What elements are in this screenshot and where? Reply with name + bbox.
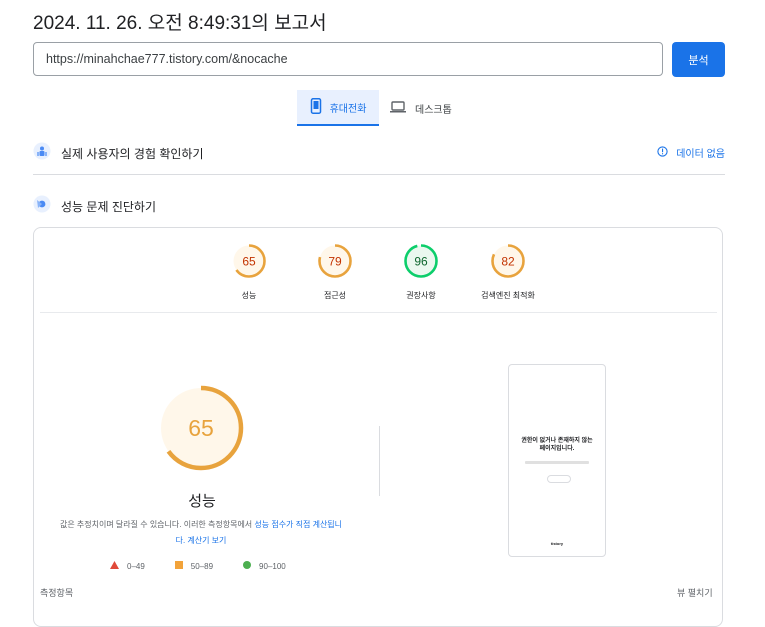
description-text: 값은 추정치이며 달라질 수 있습니다. 이러한 측정항목에서 bbox=[59, 520, 255, 529]
no-data-label: 데이터 없음 bbox=[676, 149, 725, 160]
gauge-value: 96 bbox=[414, 255, 428, 269]
smartphone-icon bbox=[310, 97, 322, 117]
performance-gauge: 65 bbox=[158, 385, 244, 471]
tab-mobile[interactable]: 휴대전화 bbox=[297, 90, 379, 126]
gauge-label: 접근성 bbox=[323, 291, 347, 300]
gauge-value: 79 bbox=[328, 255, 342, 269]
page-screenshot: 권한이 없거나 존재하지 않는 페이지입니다. tistory bbox=[508, 364, 606, 557]
square-icon bbox=[174, 561, 183, 571]
gauge-ring: 96 bbox=[404, 244, 438, 278]
tab-mobile-label: 휴대전화 bbox=[329, 103, 367, 115]
gauge-best-practices[interactable]: 96 권장사항 bbox=[381, 243, 461, 301]
vertical-separator bbox=[379, 426, 380, 496]
screenshot-heading: 권한이 없거나 존재하지 않는 페이지입니다. bbox=[509, 437, 605, 453]
triangle-icon bbox=[110, 561, 119, 571]
tab-desktop-label: 데스크톱 bbox=[415, 104, 452, 116]
gauges-divider bbox=[40, 312, 717, 313]
performance-description: 값은 추정치이며 달라질 수 있습니다. 이러한 측정항목에서 성능 점수가 직… bbox=[56, 517, 346, 549]
screenshot-button bbox=[547, 475, 571, 483]
section-divider bbox=[33, 174, 725, 175]
gauge-label: 권장사항 bbox=[406, 291, 436, 300]
users-icon bbox=[33, 142, 51, 165]
performance-label: 성능 bbox=[188, 493, 216, 510]
circle-icon bbox=[243, 561, 252, 571]
gauge-ring: 82 bbox=[491, 244, 525, 278]
diagnose-section: 성능 문제 진단하기 bbox=[33, 190, 725, 222]
legend-range: 0–49 bbox=[127, 561, 145, 571]
diagnose-label: 성능 문제 진단하기 bbox=[61, 199, 156, 214]
url-input[interactable] bbox=[33, 42, 663, 76]
info-icon bbox=[657, 145, 668, 160]
legend-item-fail: 0–49 bbox=[110, 561, 145, 571]
gauge-label: 성능 bbox=[241, 291, 257, 300]
metrics-label: 측정항목 bbox=[40, 588, 74, 598]
legend-item-average: 50–89 bbox=[174, 561, 214, 571]
report-title: 2024. 11. 26. 오전 8:49:31의 보고서 bbox=[33, 13, 327, 34]
analyze-button[interactable]: 분석 bbox=[672, 42, 725, 77]
screenshot-footer: tistory bbox=[550, 541, 564, 546]
field-data-label: 실제 사용자의 경험 확인하기 bbox=[61, 146, 204, 161]
field-data-section: 실제 사용자의 경험 확인하기 데이터 없음 bbox=[33, 137, 725, 169]
performance-score: 65 bbox=[188, 415, 214, 441]
legend-range: 50–89 bbox=[190, 561, 214, 571]
gauge-label: 검색엔진 최적화 bbox=[481, 291, 535, 300]
no-data-link[interactable]: 데이터 없음 bbox=[657, 145, 725, 160]
screenshot-heading-line1: 권한이 없거나 존재하지 않는 bbox=[521, 438, 593, 444]
gauge-seo[interactable]: 82 검색엔진 최적화 bbox=[468, 243, 548, 301]
gauge-ring: 79 bbox=[318, 244, 352, 278]
calculator-link[interactable]: 다. 계산기 보기 bbox=[176, 536, 227, 545]
score-legend: 0–49 50–89 90–100 bbox=[110, 561, 316, 571]
gauge-ring: 65 bbox=[232, 244, 266, 278]
expand-view-toggle[interactable]: 뷰 펼치기 bbox=[677, 586, 713, 599]
screenshot-subtext bbox=[525, 461, 589, 464]
lighthouse-icon bbox=[33, 195, 51, 218]
legend-range: 90–100 bbox=[259, 561, 286, 571]
gauge-accessibility[interactable]: 79 접근성 bbox=[295, 243, 375, 301]
gauge-value: 82 bbox=[501, 255, 515, 269]
gauge-performance[interactable]: 65 성능 bbox=[209, 243, 289, 301]
screenshot-heading-line2: 페이지입니다. bbox=[539, 446, 575, 452]
gauge-value: 65 bbox=[242, 255, 256, 269]
legend-item-pass: 90–100 bbox=[243, 561, 286, 571]
tab-desktop[interactable]: 데스크톱 bbox=[389, 90, 459, 126]
score-link[interactable]: 성능 점수가 직접 계산됩니 bbox=[254, 520, 342, 529]
laptop-icon bbox=[389, 100, 407, 116]
